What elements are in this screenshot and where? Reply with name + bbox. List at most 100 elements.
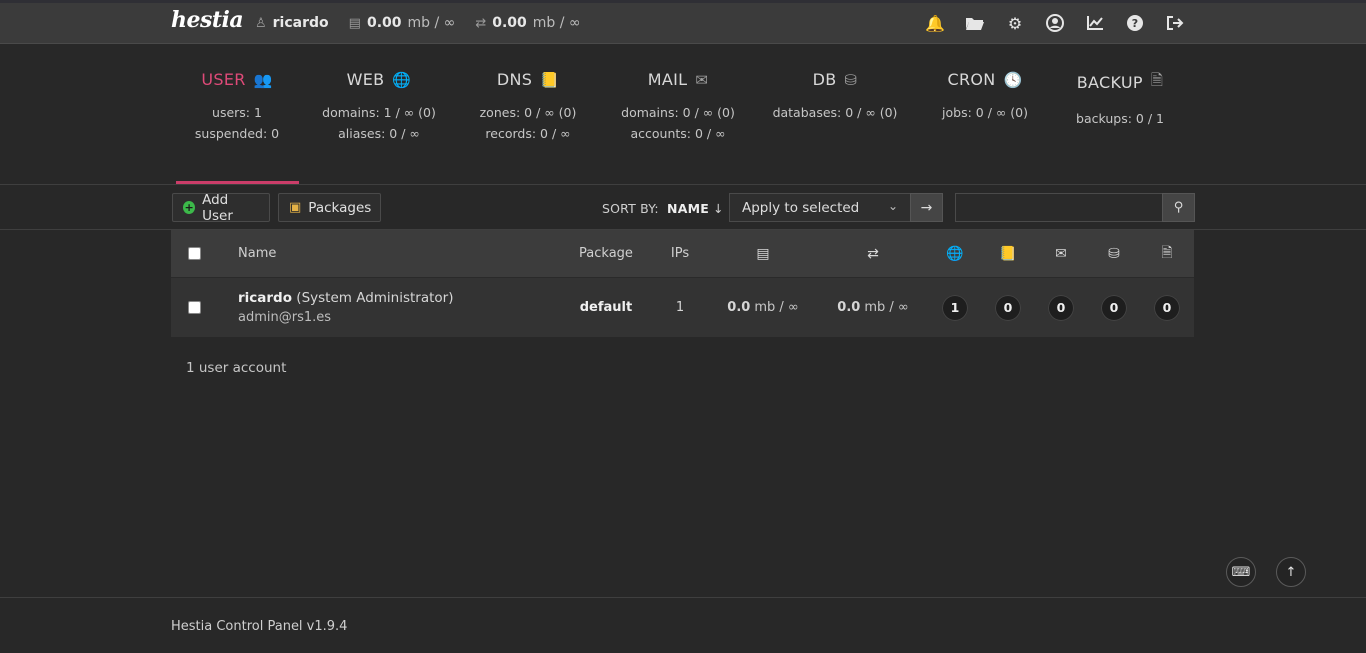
col-name[interactable]: Name <box>238 230 276 277</box>
dns-count-badge: 0 <box>995 294 1021 321</box>
select-all-checkbox[interactable] <box>187 247 201 260</box>
database-icon: ⛁ <box>1108 245 1120 262</box>
plus-icon: + <box>183 201 196 214</box>
bandwidth-icon: ⇄ <box>475 15 487 31</box>
mail-bulk-icon: ✉ <box>1055 245 1067 262</box>
tab-dns-line: zones: 0 / ∞ (0) <box>479 105 577 120</box>
col-backup[interactable]: 🗎 <box>1153 230 1181 277</box>
clock-icon: 🕓 <box>1003 70 1023 89</box>
tab-web-line: domains: 1 / ∞ (0) <box>322 105 436 120</box>
tab-db[interactable]: DB ⛁ databases: 0 / ∞ (0) <box>755 70 915 180</box>
keyboard-shortcuts-button[interactable]: ⌨ <box>1226 557 1256 587</box>
col-dns[interactable]: 📒 <box>994 230 1022 277</box>
sort-by-label: SORT BY: <box>602 201 659 216</box>
tab-dns[interactable]: DNS 📒 zones: 0 / ∞ (0) records: 0 / ∞ <box>455 70 601 180</box>
tab-mail-label: MAIL <box>647 70 688 89</box>
chart-line-icon[interactable] <box>1084 12 1106 34</box>
username[interactable]: ricardo <box>273 15 329 31</box>
bandwidth-icon: ⇄ <box>867 245 879 262</box>
help-icon[interactable]: ? <box>1124 12 1146 34</box>
tab-db-label: DB <box>812 70 837 89</box>
bell-icon[interactable]: 🔔 <box>924 12 946 34</box>
row-select-cell <box>171 278 217 337</box>
tab-user-line: suspended: 0 <box>194 126 280 141</box>
col-mail[interactable]: ✉ <box>1047 230 1075 277</box>
web-count-badge: 1 <box>942 294 968 321</box>
user-circle-icon[interactable] <box>1044 12 1066 34</box>
apply-button[interactable]: → <box>910 193 943 222</box>
top-bar: hestia ♙ ricardo ▤ 0.00 mb / ∞ ⇄ 0.00 mb… <box>0 3 1366 44</box>
col-disk[interactable]: ▤ <box>723 230 803 277</box>
tab-web[interactable]: WEB 🌐 domains: 1 / ∞ (0) aliases: 0 / ∞ <box>303 70 455 180</box>
globe-icon: 🌐 <box>946 245 964 262</box>
top-icons: 🔔 ⚙ ? <box>924 12 1186 34</box>
tab-backup[interactable]: BACKUP 🗎 backups: 0 / 1 <box>1055 70 1185 180</box>
mail-count-badge: 0 <box>1048 294 1074 321</box>
col-bandwidth[interactable]: ⇄ <box>833 230 913 277</box>
row-checkbox[interactable] <box>187 301 201 314</box>
logout-icon[interactable] <box>1164 12 1186 34</box>
hestia-logo[interactable]: hestia <box>171 7 244 33</box>
scroll-top-button[interactable]: ↑ <box>1276 557 1306 587</box>
user-name-cell: ricardo (System Administrator) admin@rs1… <box>238 289 454 327</box>
tab-backup-label: BACKUP <box>1076 73 1143 92</box>
col-db[interactable]: ⛁ <box>1100 230 1128 277</box>
bandwidth-value: 0.0 <box>837 300 861 315</box>
ips-cell: 1 <box>675 300 685 315</box>
tab-web-line: aliases: 0 / ∞ <box>338 126 420 141</box>
search-icon: ⚲ <box>1173 200 1184 215</box>
bulk-action-select[interactable]: Apply to selected ⌄ <box>729 193 911 222</box>
tab-backup-line: backups: 0 / 1 <box>1076 111 1164 126</box>
tab-dns-line: records: 0 / ∞ <box>485 126 571 141</box>
address-book-icon: 📒 <box>999 245 1017 262</box>
footer-version: Hestia Control Panel v1.9.4 <box>171 619 348 634</box>
web-count-cell: 1 <box>941 278 969 337</box>
user-count: 1 user account <box>186 360 287 376</box>
tab-user[interactable]: USER 👥 users: 1 suspended: 0 <box>171 70 303 180</box>
add-user-label: Add User <box>202 191 233 224</box>
user-role: (System Administrator) <box>296 290 454 306</box>
tab-user-label: USER <box>201 70 246 89</box>
disk-usage-value: 0.00 <box>366 15 402 31</box>
disk-unit: mb / ∞ <box>754 300 799 315</box>
tab-web-label: WEB <box>346 70 385 89</box>
sort-by-value: NAME <box>667 201 709 216</box>
user-link[interactable]: ricardo <box>238 290 292 306</box>
sort-by-control[interactable]: SORT BY: NAME ↓ <box>602 201 724 216</box>
globe-icon: 🌐 <box>392 70 412 89</box>
select-all-cell <box>171 230 217 277</box>
packages-label: Packages <box>308 199 372 216</box>
user-icon: ♙ <box>255 15 267 31</box>
folder-icon[interactable] <box>964 12 986 34</box>
file-zipper-icon: 🗎 <box>1150 71 1164 89</box>
col-ips[interactable]: IPs <box>660 230 700 277</box>
users-table: Name Package IPs ▤ ⇄ 🌐 📒 ✉ ⛁ 🗎 ricardo (… <box>171 230 1194 337</box>
col-web[interactable]: 🌐 <box>941 230 969 277</box>
package-cell[interactable]: default <box>566 278 646 337</box>
disk-value: 0.0 <box>727 300 751 315</box>
col-package[interactable]: Package <box>566 230 646 277</box>
search-input[interactable] <box>955 193 1163 222</box>
tab-mail-line: domains: 0 / ∞ (0) <box>621 105 735 120</box>
search-button[interactable]: ⚲ <box>1162 193 1195 222</box>
bulk-action-value: Apply to selected <box>742 200 860 216</box>
database-icon: ⛁ <box>844 70 858 89</box>
db-count-cell: 0 <box>1100 278 1128 337</box>
gear-icon[interactable]: ⚙ <box>1004 12 1026 34</box>
address-book-icon: 📒 <box>540 70 560 89</box>
hdd-icon: ▤ <box>756 245 770 262</box>
packages-button[interactable]: ▣ Packages <box>278 193 381 222</box>
tab-mail[interactable]: MAIL ✉ domains: 0 / ∞ (0) accounts: 0 / ∞ <box>601 70 755 180</box>
table-header: Name Package IPs ▤ ⇄ 🌐 📒 ✉ ⛁ 🗎 <box>171 230 1194 277</box>
bandwidth-usage-unit: mb / ∞ <box>532 15 581 31</box>
tab-cron-label: CRON <box>947 70 996 89</box>
box-icon: ▣ <box>289 200 302 215</box>
sort-icon: ↓ <box>713 201 724 216</box>
mail-count-cell: 0 <box>1047 278 1075 337</box>
keyboard-icon: ⌨ <box>1231 564 1251 580</box>
user-email: admin@rs1.es <box>238 310 332 325</box>
tab-cron[interactable]: CRON 🕓 jobs: 0 / ∞ (0) <box>915 70 1055 180</box>
tab-dns-label: DNS <box>496 70 533 89</box>
users-icon: 👥 <box>253 70 273 89</box>
add-user-button[interactable]: + Add User <box>172 191 270 224</box>
